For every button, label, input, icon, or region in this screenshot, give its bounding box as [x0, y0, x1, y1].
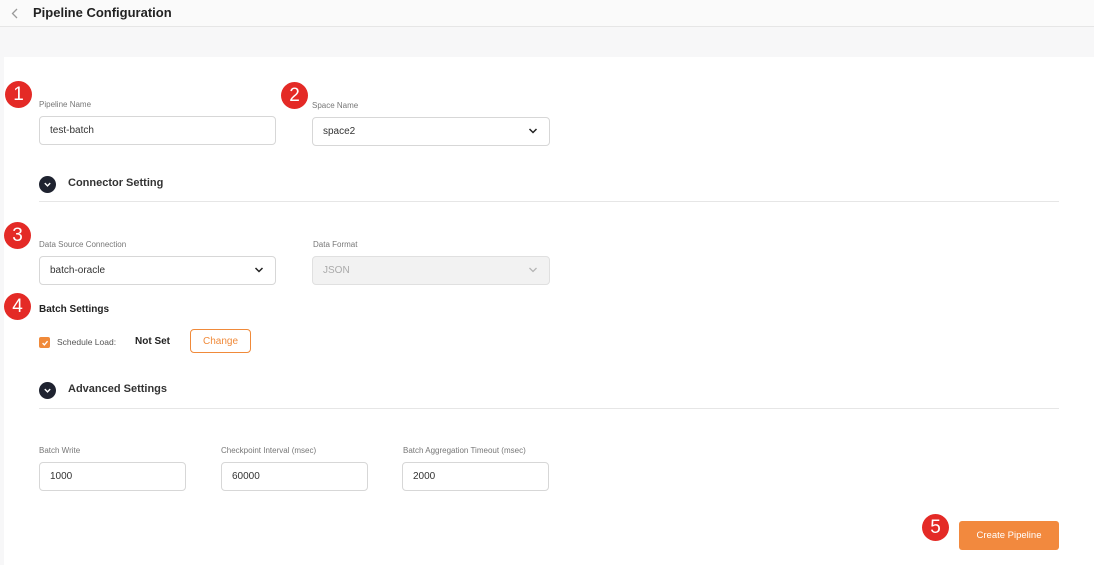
- chevron-down-icon: [528, 126, 538, 136]
- connector-setting-toggle-icon[interactable]: [39, 176, 56, 193]
- data-source-value: batch-oracle: [50, 265, 106, 276]
- batch-aggregation-timeout-value: 2000: [413, 471, 436, 482]
- batch-write-value: 1000: [50, 471, 73, 482]
- top-bar: Pipeline Configuration: [0, 0, 1094, 27]
- schedule-load-checkbox[interactable]: [39, 337, 50, 348]
- create-pipeline-button[interactable]: Create Pipeline: [959, 521, 1059, 550]
- schedule-load-label: Schedule Load:: [57, 337, 117, 347]
- advanced-settings-title[interactable]: Advanced Settings: [68, 383, 167, 395]
- checkpoint-interval-label: Checkpoint Interval (msec): [221, 446, 317, 455]
- step-badge-3: 3: [4, 222, 31, 249]
- space-name-label: Space Name: [312, 101, 359, 110]
- checkpoint-interval-input[interactable]: 60000: [221, 462, 368, 491]
- connector-setting-divider: [39, 201, 1059, 202]
- chevron-down-icon: [528, 265, 538, 275]
- chevron-left-icon[interactable]: [8, 6, 20, 20]
- step-badge-5: 5: [922, 514, 949, 541]
- pipeline-name-label: Pipeline Name: [39, 100, 92, 109]
- data-format-select: JSON: [312, 256, 550, 285]
- data-source-label: Data Source Connection: [39, 240, 127, 249]
- space-name-value: space2: [323, 126, 356, 137]
- step-badge-2: 2: [281, 82, 308, 109]
- connector-setting-title[interactable]: Connector Setting: [68, 177, 163, 189]
- advanced-settings-toggle-icon[interactable]: [39, 382, 56, 399]
- checkpoint-interval-value: 60000: [232, 471, 260, 482]
- batch-settings-title: Batch Settings: [39, 304, 110, 315]
- pipeline-name-value: test-batch: [50, 125, 94, 136]
- space-name-select[interactable]: space2: [312, 117, 550, 146]
- change-schedule-button[interactable]: Change: [190, 329, 251, 353]
- data-format-label: Data Format: [313, 240, 358, 249]
- page-title: Pipeline Configuration: [33, 5, 172, 20]
- batch-write-label: Batch Write: [39, 446, 81, 455]
- schedule-load-value: Not Set: [135, 336, 170, 347]
- batch-aggregation-timeout-label: Batch Aggregation Timeout (msec): [403, 446, 526, 455]
- pipeline-name-input[interactable]: test-batch: [39, 116, 276, 145]
- chevron-down-icon: [254, 265, 264, 275]
- step-badge-4: 4: [4, 293, 31, 320]
- data-format-value: JSON: [323, 265, 350, 276]
- batch-write-input[interactable]: 1000: [39, 462, 186, 491]
- data-source-select[interactable]: batch-oracle: [39, 256, 276, 285]
- advanced-settings-divider: [39, 408, 1059, 409]
- step-badge-1: 1: [5, 81, 32, 108]
- batch-aggregation-timeout-input[interactable]: 2000: [402, 462, 549, 491]
